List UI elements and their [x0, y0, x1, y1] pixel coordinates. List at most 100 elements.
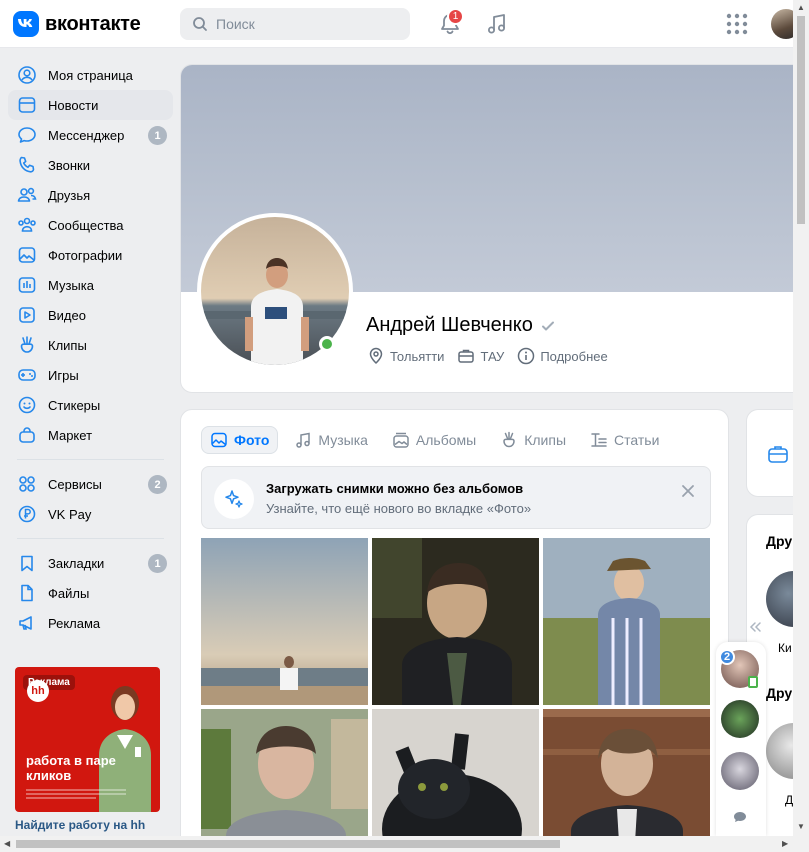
close-icon[interactable]	[680, 483, 696, 502]
friends-title[interactable]: Дру	[766, 533, 792, 549]
tab-articles[interactable]: Статьи	[582, 426, 667, 454]
content-tabs: Фото Музыка Альбомы Клипы Статьи	[201, 426, 675, 454]
picture-icon	[17, 245, 37, 265]
sidebar-item-label: Музыка	[48, 277, 94, 293]
vk-logo-icon	[13, 11, 39, 37]
ad-caption-link[interactable]: Найдите работу на hh	[15, 818, 145, 832]
phone-icon	[17, 155, 37, 175]
city-text: Тольятти	[390, 348, 445, 364]
photo-thumb[interactable]	[372, 709, 539, 848]
picture-icon	[211, 432, 227, 448]
albums-icon	[393, 432, 409, 448]
more-text: Подробнее	[540, 348, 608, 364]
university-text: ТАУ	[480, 348, 505, 364]
articles-icon	[591, 433, 607, 447]
music-player-button[interactable]	[484, 11, 510, 37]
online-status-dot	[319, 336, 335, 352]
friends-online-title[interactable]: Дру	[766, 685, 792, 701]
photo-thumb[interactable]	[372, 538, 539, 705]
sidebar-item-stickers[interactable]: Стикеры	[8, 390, 173, 420]
sidebar-item-label: Реклама	[48, 615, 101, 631]
sidebar-item-label: Звонки	[48, 157, 90, 173]
sidebar-item-ads[interactable]: Реклама	[8, 608, 173, 638]
message-icon	[17, 125, 37, 145]
profile-name-row: Андрей Шевченко	[366, 314, 555, 337]
sidebar-item-label: Маркет	[48, 427, 93, 443]
tab-albums[interactable]: Альбомы	[384, 426, 484, 454]
briefcase-icon	[458, 349, 475, 363]
sidebar-item-label: Видео	[48, 307, 86, 323]
profile-name: Андрей Шевченко	[366, 314, 533, 336]
vertical-scroll-thumb[interactable]	[797, 16, 805, 224]
photo-thumb[interactable]	[543, 709, 710, 848]
sidebar-item-bookmarks[interactable]: Закладки 1	[8, 548, 173, 578]
smile-icon	[17, 395, 37, 415]
profile-more-button[interactable]: Подробнее	[517, 347, 608, 365]
chevrons-left-icon[interactable]	[748, 620, 762, 637]
apps-grid-button[interactable]	[726, 13, 748, 38]
photo-thumb[interactable]	[201, 709, 368, 848]
logo-text: вконтакте	[45, 12, 141, 35]
tab-clips[interactable]: Клипы	[492, 426, 574, 454]
megaphone-icon	[17, 613, 37, 633]
scroll-down-arrow-icon[interactable]: ▼	[797, 822, 805, 831]
sidebar-item-communities[interactable]: Сообщества	[8, 210, 173, 240]
hh-logo: hh	[27, 680, 49, 702]
search-box[interactable]	[180, 8, 410, 40]
sidebar-item-music[interactable]: Музыка	[8, 270, 173, 300]
sidebar-item-files[interactable]: Файлы	[8, 578, 173, 608]
sidebar-item-photos[interactable]: Фотографии	[8, 240, 173, 270]
sidebar-item-games[interactable]: Игры	[8, 360, 173, 390]
photo-thumb[interactable]	[201, 538, 368, 705]
tab-label: Музыка	[318, 432, 368, 448]
communities-icon	[17, 215, 37, 235]
tab-label: Клипы	[524, 432, 567, 448]
sidebar-item-friends[interactable]: Друзья	[8, 180, 173, 210]
sidebar-item-video[interactable]: Видео	[8, 300, 173, 330]
friend-name[interactable]: Ки	[778, 641, 792, 655]
location-pin-icon	[369, 347, 383, 365]
sidebar-item-label: Сообщества	[48, 217, 124, 233]
scroll-up-arrow-icon[interactable]: ▲	[797, 3, 805, 12]
friend-online-name[interactable]: Д	[785, 793, 793, 807]
sidebar-item-label: Стикеры	[48, 397, 101, 413]
sidebar-item-market[interactable]: Маркет	[8, 420, 173, 450]
chat-avatar[interactable]	[721, 700, 759, 738]
sidebar-item-messenger[interactable]: Мессенджер 1	[8, 120, 173, 150]
tab-music[interactable]: Музыка	[286, 426, 376, 454]
sidebar-item-label: Мессенджер	[48, 127, 125, 143]
tab-label: Альбомы	[415, 432, 477, 448]
vk-logo[interactable]: вконтакте	[13, 11, 141, 37]
sidebar-item-news[interactable]: Новости	[8, 90, 173, 120]
sidebar-item-clips[interactable]: Клипы	[8, 330, 173, 360]
ad-banner[interactable]: Реклама hh работа в паре кликов	[15, 667, 160, 812]
profile-university[interactable]: ТАУ	[457, 347, 504, 365]
mobile-online-icon	[748, 676, 758, 688]
chat-avatar[interactable]	[721, 752, 759, 790]
chat-bubble-icon[interactable]	[733, 811, 747, 826]
tab-label: Статьи	[614, 432, 660, 448]
search-input[interactable]	[216, 16, 396, 32]
sidebar-item-label: Игры	[48, 367, 79, 383]
sidebar-item-vkpay[interactable]: VK Pay	[8, 499, 173, 529]
tab-label: Фото	[234, 432, 270, 448]
tip-subtitle: Узнайте, что ещё нового во вкладке «Фото…	[266, 501, 532, 516]
scroll-left-arrow-icon[interactable]: ◀	[4, 839, 10, 848]
chat-rail: 2	[716, 642, 766, 836]
chat-unread-badge: 2	[719, 649, 735, 665]
profile-city[interactable]: Тольятти	[367, 347, 444, 365]
bookmarks-count-badge: 1	[148, 554, 167, 573]
sidebar-item-calls[interactable]: Звонки	[8, 150, 173, 180]
horizontal-scroll-thumb[interactable]	[16, 840, 560, 848]
scroll-right-arrow-icon[interactable]: ▶	[782, 839, 788, 848]
photo-thumb[interactable]	[543, 538, 710, 705]
tab-photos[interactable]: Фото	[201, 426, 279, 454]
gamepad-icon	[17, 365, 37, 385]
services-grid-icon	[17, 474, 37, 494]
clips-icon	[503, 431, 515, 448]
tip-title: Загружать снимки можно без альбомов	[266, 481, 524, 496]
sidebar-item-services[interactable]: Сервисы 2	[8, 469, 173, 499]
verified-check-icon	[541, 321, 554, 330]
photos-tip-banner[interactable]: Загружать снимки можно без альбомов Узна…	[201, 466, 711, 529]
sidebar-item-my-page[interactable]: Моя страница	[8, 60, 173, 90]
